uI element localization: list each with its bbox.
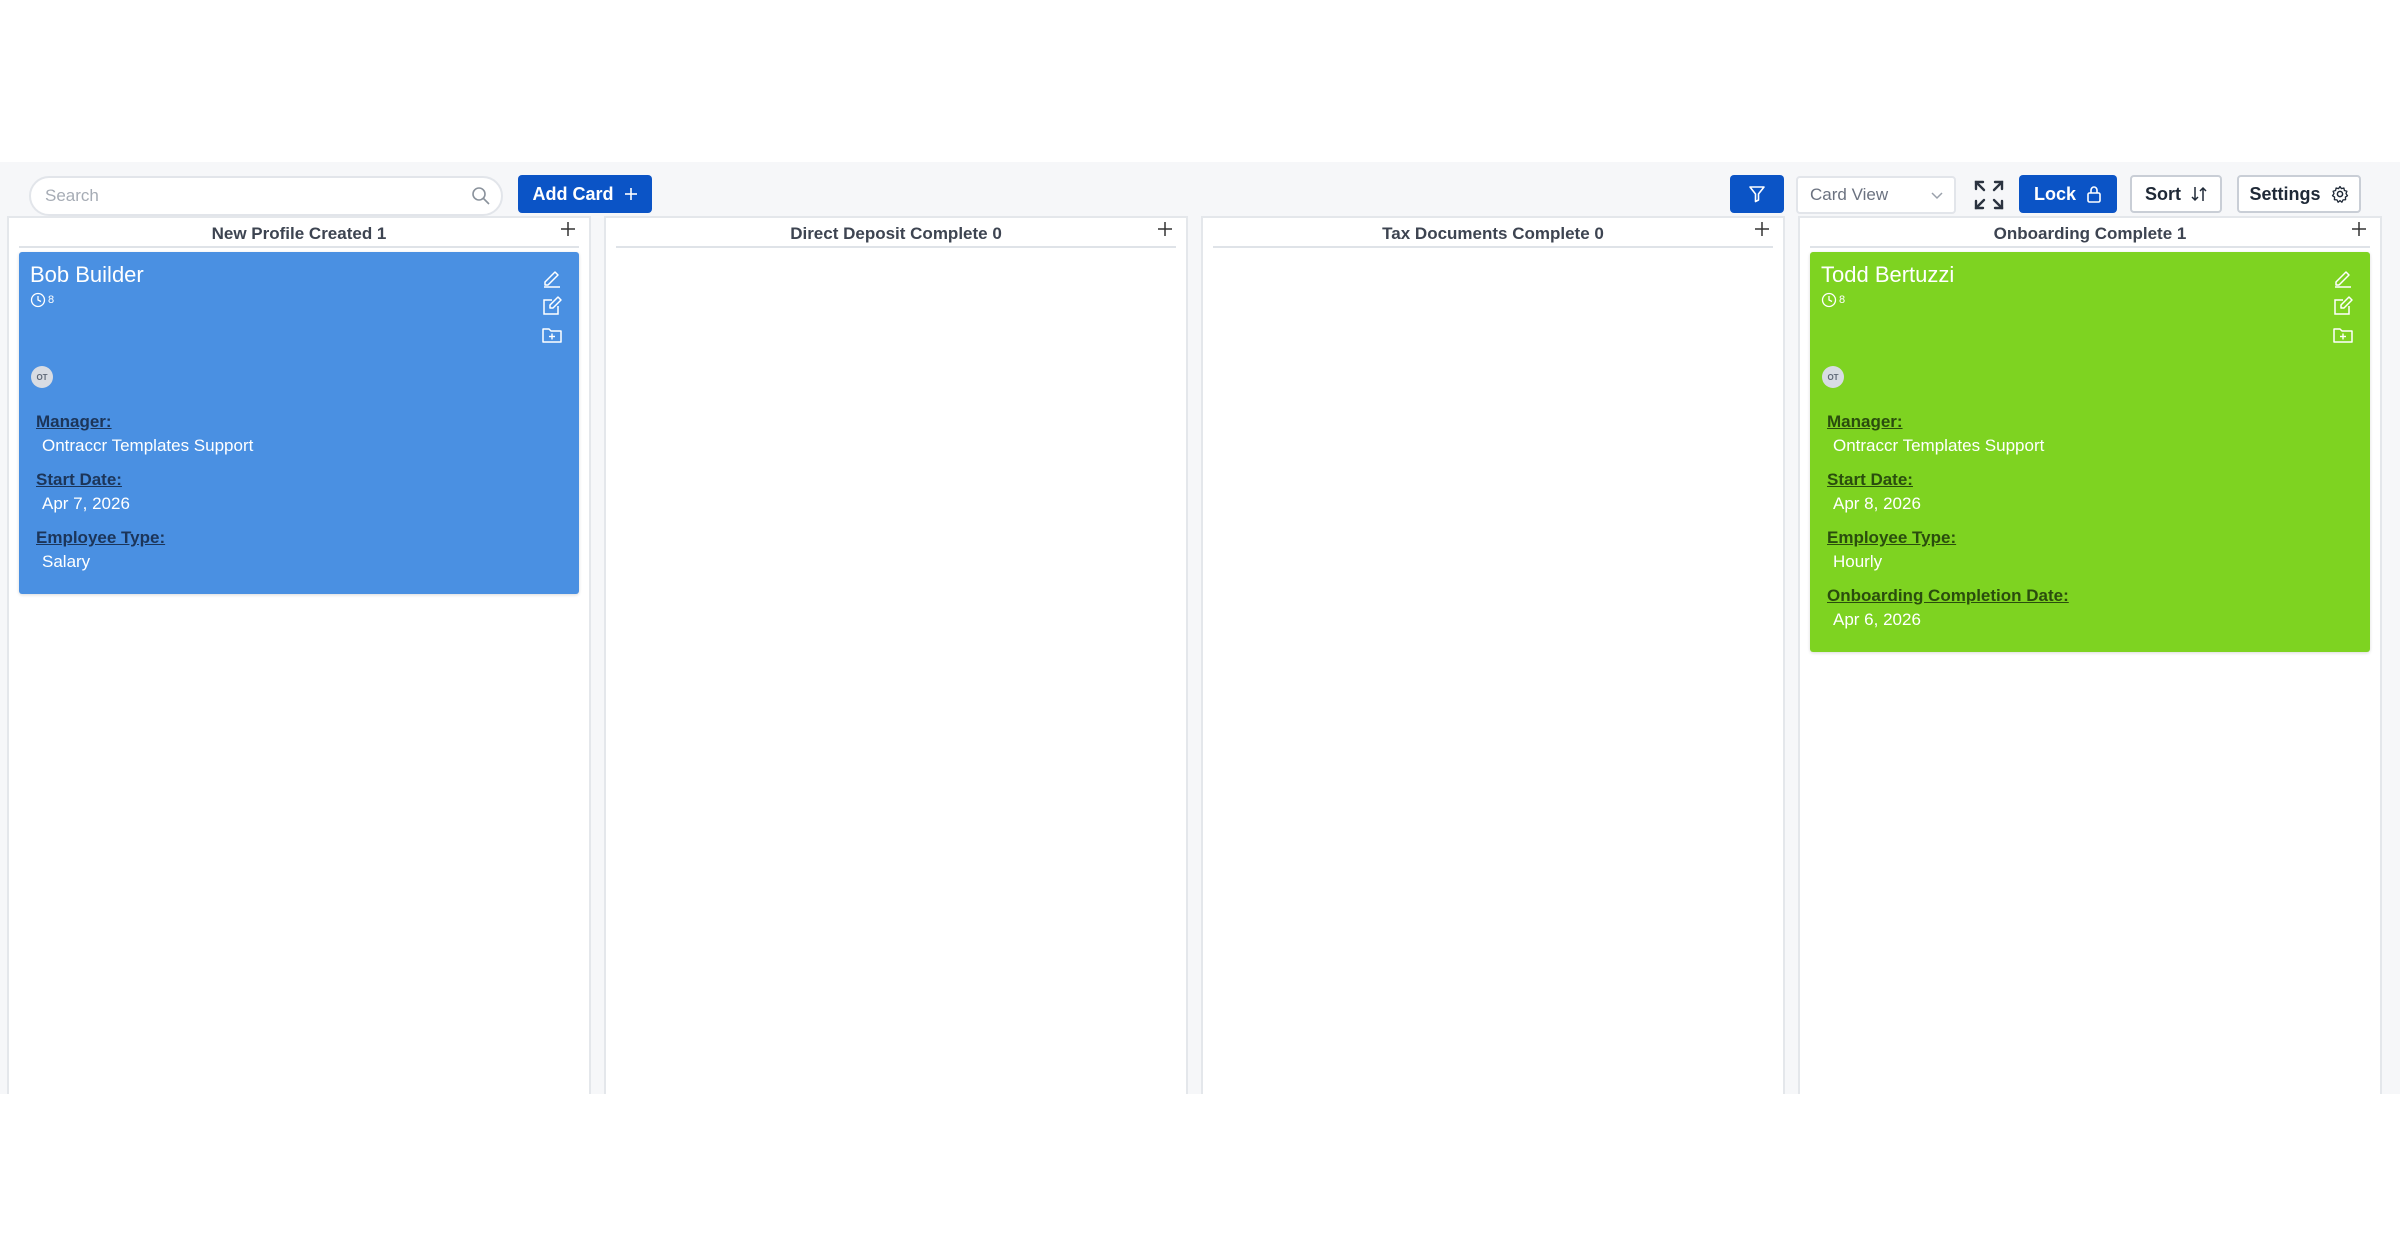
board-column: Tax Documents Complete 0 (1201, 216, 1785, 1094)
field-employee-type: Employee Type: Salary (36, 526, 253, 574)
plus-icon (624, 188, 637, 200)
pencil-icon[interactable] (541, 266, 563, 288)
field-value: Ontraccr Templates Support (1833, 436, 2045, 455)
field-label: Start Date: (1827, 470, 1913, 489)
card-title: Bob Builder (30, 262, 144, 287)
field-label: Manager: (36, 412, 112, 431)
kanban-board: New Profile Created 1 Bob Builder 8 OT M… (0, 216, 2400, 1094)
add-card-plus-icon[interactable] (557, 218, 579, 240)
search-icon[interactable] (471, 186, 491, 206)
board-column: New Profile Created 1 Bob Builder 8 OT M… (7, 216, 591, 1094)
field-value: Ontraccr Templates Support (42, 436, 254, 455)
lock-label: Lock (2033, 183, 2076, 204)
board-column: Onboarding Complete 1 Todd Bertuzzi 8 OT… (1798, 216, 2382, 1094)
avatar[interactable]: OT (31, 366, 53, 388)
sort-label: Sort (2145, 183, 2181, 204)
sort-button[interactable]: Sort (2130, 175, 2222, 213)
gear-icon (2331, 185, 2348, 203)
field-value: Apr 6, 2026 (1833, 610, 1921, 629)
card-actions (2332, 266, 2354, 353)
card-clock: 8 (1821, 292, 1845, 308)
column-title: Tax Documents Complete 0 (1382, 224, 1604, 243)
field-value: Apr 7, 2026 (42, 494, 130, 513)
field-value: Salary (42, 552, 91, 571)
field-employee-type: Employee Type: Hourly (1827, 526, 2069, 574)
card-bob-builder[interactable]: Bob Builder 8 OT Manager: Ontraccr Templ… (19, 252, 579, 594)
add-card-plus-icon[interactable] (1154, 218, 1176, 240)
settings-button[interactable]: Settings (2237, 175, 2361, 213)
field-label: Employee Type: (1827, 528, 1957, 547)
page: Add Card Card View (0, 0, 2400, 1256)
field-label: Manager: (1827, 412, 1903, 431)
add-card-button[interactable]: Add Card (518, 175, 652, 213)
card-fields: Manager: Ontraccr Templates Support Star… (36, 410, 253, 584)
view-select[interactable]: Card View (1796, 176, 1956, 214)
column-title: Direct Deposit Complete 0 (790, 224, 1002, 243)
filter-icon (1749, 186, 1765, 203)
field-label: Start Date: (36, 470, 122, 489)
column-divider (1213, 246, 1773, 248)
card-todd-bertuzzi[interactable]: Todd Bertuzzi 8 OT Manager: Ontraccr Tem… (1810, 252, 2370, 652)
fullscreen-icon[interactable] (1972, 178, 2006, 212)
add-card-plus-icon[interactable] (2348, 218, 2370, 240)
folder-add-icon[interactable] (541, 324, 563, 346)
column-title: New Profile Created 1 (211, 224, 387, 243)
search-input[interactable] (45, 178, 465, 214)
avatar[interactable]: OT (1822, 366, 1844, 388)
field-manager: Manager: Ontraccr Templates Support (36, 410, 253, 458)
card-fields: Manager: Ontraccr Templates Support Star… (1827, 410, 2069, 642)
board-app: Add Card Card View (0, 162, 2400, 1094)
field-value: Apr 8, 2026 (1833, 494, 1921, 513)
filter-button[interactable] (1730, 175, 1784, 213)
lock-icon (2087, 186, 2101, 203)
clock-icon (30, 292, 46, 308)
sort-icon (2191, 186, 2207, 202)
clock-count: 8 (48, 294, 55, 306)
chevron-down-icon (1931, 192, 1943, 200)
add-card-label: Add Card (532, 183, 614, 204)
column-title: Onboarding Complete 1 (1993, 224, 2187, 243)
card-clock: 8 (30, 292, 54, 308)
edit-form-icon[interactable] (2332, 295, 2354, 317)
add-card-plus-icon[interactable] (1751, 218, 1773, 240)
column-divider (616, 246, 1176, 248)
pencil-icon[interactable] (2332, 266, 2354, 288)
column-divider (19, 246, 579, 248)
edit-form-icon[interactable] (541, 295, 563, 317)
settings-label: Settings (2249, 183, 2321, 204)
card-actions (541, 266, 563, 353)
field-label: Employee Type: (36, 528, 166, 547)
board-column: Direct Deposit Complete 0 (604, 216, 1188, 1094)
field-start-date: Start Date: Apr 7, 2026 (36, 468, 253, 516)
view-select-value: Card View (1810, 185, 1889, 204)
card-title: Todd Bertuzzi (1821, 262, 1955, 287)
field-label: Onboarding Completion Date: (1827, 586, 2069, 605)
column-divider (1810, 246, 2370, 248)
field-start-date: Start Date: Apr 8, 2026 (1827, 468, 2069, 516)
field-value: Hourly (1833, 552, 1883, 571)
field-manager: Manager: Ontraccr Templates Support (1827, 410, 2069, 458)
lock-button[interactable]: Lock (2019, 175, 2117, 213)
clock-count: 8 (1839, 294, 1846, 306)
clock-icon (1821, 292, 1837, 308)
search-box (29, 176, 503, 216)
field-onboarding-completion-date: Onboarding Completion Date: Apr 6, 2026 (1827, 584, 2069, 632)
folder-add-icon[interactable] (2332, 324, 2354, 346)
